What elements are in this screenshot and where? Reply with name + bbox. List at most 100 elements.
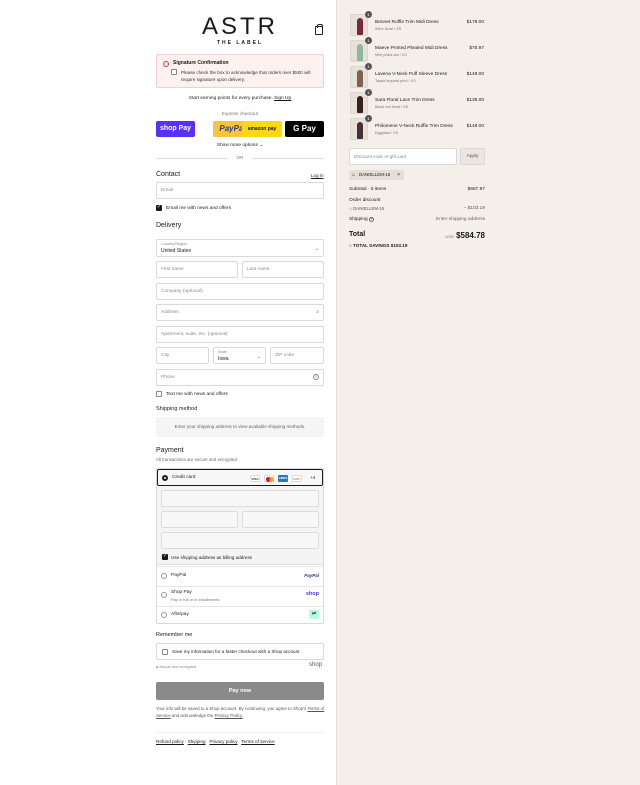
product-name: Philomene V-Neck Ruffle Trim Dress (375, 124, 453, 129)
text-news-checkbox[interactable] (156, 391, 162, 397)
phone-placeholder: Phone (161, 375, 175, 380)
zip-field[interactable]: ZIP code (270, 347, 324, 364)
show-more-options[interactable]: Show more options ⌄ (156, 143, 324, 148)
brand-name: ASTR (201, 13, 278, 40)
help-icon[interactable]: ? (313, 374, 319, 380)
shipping-label: Shipping (349, 217, 368, 222)
refund-policy-link[interactable]: Refund policy (156, 739, 184, 744)
shop-pay-logo: shop (305, 591, 319, 597)
privacy-policy-link[interactable]: Privacy policy (209, 739, 237, 744)
address-field[interactable]: Address ⌕ (156, 304, 324, 321)
product-variant: Eggplant / XS (375, 131, 399, 135)
afterpay-option[interactable]: Afterpay ⇄ (157, 606, 323, 624)
quantity-badge: 1 (365, 115, 372, 122)
quantity-badge: 1 (365, 89, 372, 96)
cart-item: 1 Lavena V-Neck Puff Sleeve Dress Taupe … (350, 63, 484, 88)
credit-card-option[interactable]: Credit card VISA AMEX DISC +4 (157, 469, 323, 486)
paypal-logo: PayPal (304, 573, 319, 578)
discount-code-field[interactable]: Discount code or gift card (349, 148, 457, 165)
card-name-field[interactable] (161, 532, 319, 549)
help-icon[interactable]: ? (369, 217, 375, 222)
sign-up-link[interactable]: Sign Up (274, 96, 291, 101)
phone-field[interactable]: Phone ? (156, 369, 324, 386)
total-value: USD $584.78 (445, 231, 485, 240)
credit-card-form: Use shipping address as billing address (157, 486, 323, 565)
subtotal-value: $687.97 (467, 187, 485, 192)
product-price: $148.00 (466, 72, 484, 77)
shop-pay-express-button[interactable]: shop Pay (156, 121, 195, 137)
remove-discount-icon[interactable]: × (397, 170, 400, 180)
amazon-pay-express-button[interactable]: amazon pay (242, 121, 282, 137)
shipping-link[interactable]: Shipping (188, 739, 206, 744)
more-cards-count: +4 (310, 475, 316, 480)
save-info-checkbox[interactable] (162, 649, 168, 655)
login-link[interactable]: Log in (311, 173, 324, 178)
payment-heading: Payment (156, 447, 184, 454)
brand-tagline: THE LABEL (216, 40, 264, 46)
card-expiry-field[interactable] (161, 511, 238, 528)
legal-text-1: Your info will be saved to a Shop accoun… (156, 706, 307, 711)
product-name: Maeve Printed Pleated Midi Dress (375, 46, 448, 51)
quantity-badge: 1 (365, 11, 372, 18)
footer-links: Refund policy Shipping Privacy policy Te… (156, 739, 275, 744)
cart-item: 1 Bennet Ruffle Trim Midi Dress Wine flo… (350, 11, 484, 36)
shipping-row: Shipping ? Enter shipping address (349, 217, 485, 222)
total-amount: $584.78 (456, 231, 485, 240)
company-field[interactable]: Company (optional) (156, 283, 324, 300)
alert-icon: ! (163, 61, 169, 67)
first-name-field[interactable]: First name (156, 261, 238, 278)
apartment-field[interactable]: Apartment, suite, etc. (optional) (156, 326, 324, 343)
shop-pay-option[interactable]: Shop Pay Pay in full or in installments … (157, 586, 323, 606)
rewards-line: Start earning points for every purchase.… (156, 96, 324, 101)
privacy-link[interactable]: Privacy Policy. (215, 713, 243, 718)
last-name-placeholder: Last name (247, 267, 270, 272)
shopping-bag-icon[interactable] (315, 24, 323, 35)
search-icon: ⌕ (316, 309, 319, 315)
shop-pay-radio[interactable] (161, 592, 167, 598)
divider (252, 158, 324, 159)
email-news-checkbox[interactable] (156, 204, 162, 211)
product-image (350, 92, 368, 114)
billing-same-checkbox[interactable] (162, 553, 168, 560)
lock-icon: 🔒︎ (156, 665, 159, 669)
pay-now-button[interactable]: Pay now (156, 682, 324, 700)
mastercard-icon (264, 475, 274, 482)
credit-card-radio[interactable] (162, 475, 168, 481)
notice-body: Please check the box to acknowledge that… (181, 70, 311, 82)
cart-item: 1 Philomene V-Neck Ruffle Trim Dress Egg… (350, 115, 484, 140)
cart-item: 1 Maeve Printed Pleated Midi Dress Mint … (350, 37, 484, 62)
email-placeholder: Email (161, 188, 173, 193)
afterpay-radio[interactable] (161, 612, 167, 618)
product-image (350, 14, 368, 36)
last-name-field[interactable]: Last name (242, 261, 324, 278)
brand-logo[interactable]: ASTR THE LABEL (200, 13, 280, 47)
card-number-field[interactable] (161, 490, 319, 507)
state-label: State (218, 350, 227, 354)
afterpay-icon: ⇄ (309, 610, 319, 619)
google-pay-express-button[interactable]: G Pay (285, 121, 324, 137)
terms-of-service-link[interactable]: Terms of service (241, 739, 274, 744)
apartment-placeholder: Apartment, suite, etc. (optional) (161, 332, 228, 337)
total-label: Total (349, 231, 366, 238)
country-label: Country/Region (161, 242, 188, 246)
signature-checkbox[interactable] (171, 69, 177, 75)
notice-title: Signature Confirmation (173, 60, 229, 66)
paypal-radio[interactable] (161, 573, 167, 579)
state-select[interactable]: State Iowa ⌄ (213, 347, 266, 364)
shipping-methods-placeholder: Enter your shipping address to view avai… (156, 417, 324, 437)
chevron-down-icon: ⌄ (259, 143, 264, 148)
email-field[interactable]: Email (156, 182, 324, 199)
apply-discount-button[interactable]: Apply (460, 148, 485, 165)
order-discount-code: DANIELLEM-15 (353, 206, 385, 211)
paypal-option[interactable]: PayPal PayPal (157, 566, 323, 586)
country-select[interactable]: Country/Region United States ⌄ (156, 239, 324, 257)
payment-subtitle: All transactions are secure and encrypte… (156, 457, 239, 462)
subtotal-label: Subtotal · 5 items (349, 187, 387, 192)
city-field[interactable]: City (156, 347, 209, 364)
shop-logo: shop (309, 662, 323, 668)
cart-item: 1 Sara Floral Lace Trim Dress Black red … (350, 89, 484, 114)
zip-placeholder: ZIP code (275, 353, 295, 358)
card-cvv-field[interactable] (242, 511, 319, 528)
shop-pay-label: Shop Pay (171, 590, 192, 595)
contact-heading: Contact (156, 171, 181, 178)
